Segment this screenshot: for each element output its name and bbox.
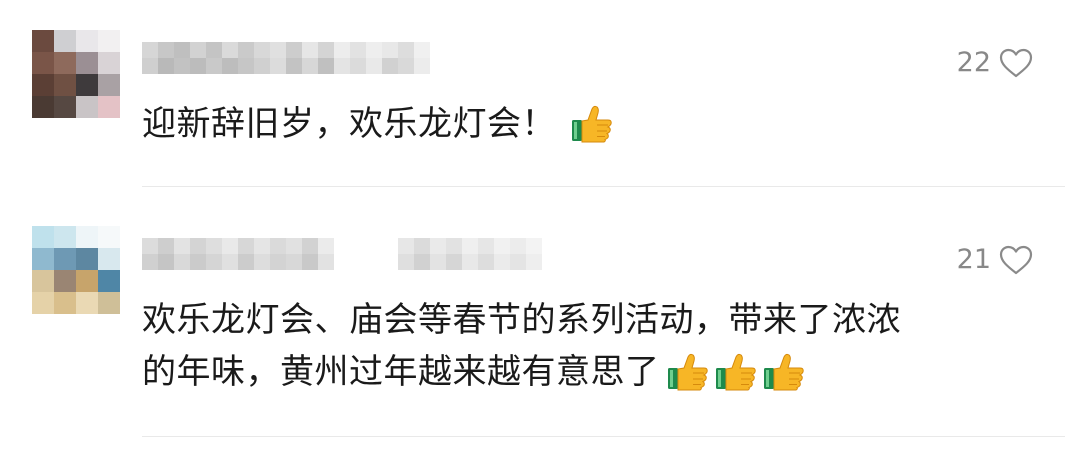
comment-text-body: 的年味，黄州过年越来越有意思了 [142,352,660,392]
heart-icon[interactable] [999,48,1033,78]
avatar[interactable] [32,226,120,314]
comment-text-body: 迎新辞旧岁，欢乐龙灯会！ [142,104,556,144]
divider [142,436,1065,437]
comment-text: 迎新辞旧岁，欢乐龙灯会！ [142,98,1042,150]
thumbs-up-icon [714,351,758,391]
like-count: 22 [956,47,991,78]
like-button[interactable]: 22 [957,47,1033,78]
thumbs-up-icon [666,351,710,391]
like-count: 21 [956,244,991,275]
comment-text-line: 的年味，黄州过年越来越有意思了 [142,346,1042,398]
comment-author-meta [142,36,472,82]
comment-text-line: 欢乐龙灯会、庙会等春节的系列活动，带来了浓浓 [142,300,901,340]
thumbs-up-icon [762,351,806,391]
comment-author-meta [142,232,562,278]
avatar[interactable] [32,30,120,118]
divider [142,186,1065,187]
thumbs-up-icon [570,103,614,143]
comment-text: 欢乐龙灯会、庙会等春节的系列活动，带来了浓浓 的年味，黄州过年越来越有意思了 [142,294,1042,398]
heart-icon[interactable] [999,245,1033,275]
like-button[interactable]: 21 [957,244,1033,275]
